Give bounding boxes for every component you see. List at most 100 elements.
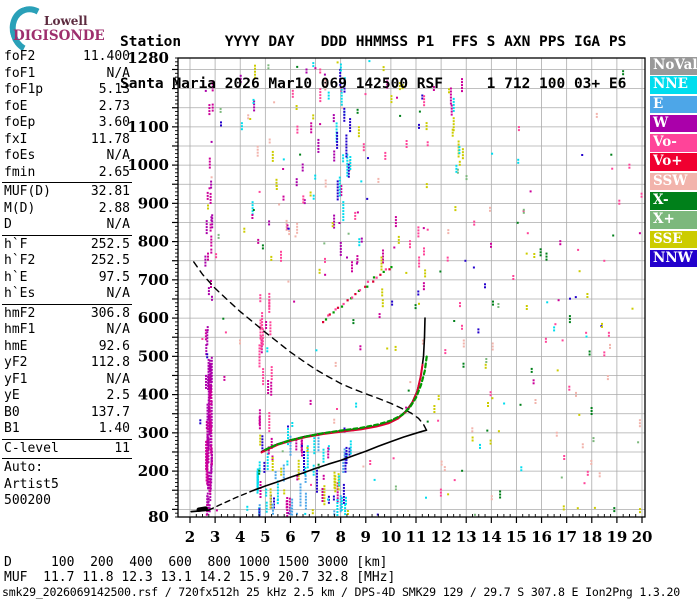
param-value: N/A	[106, 65, 130, 81]
param-row-ye: yE 2.5	[2, 388, 132, 405]
svg-text:19: 19	[606, 528, 627, 546]
svg-text:15: 15	[506, 528, 527, 546]
param-row-fmin: fmin 2.65	[2, 165, 132, 182]
param-label: h`F	[4, 236, 28, 252]
param-label: M(D)	[4, 200, 36, 216]
param-row-he: h`E 97.5	[2, 270, 132, 287]
param-row-fof1p: foF1p 5.13	[2, 82, 132, 99]
curve-x-trace	[264, 353, 429, 451]
autoscaling-text: 500200	[4, 493, 51, 508]
param-value: 5.13	[98, 82, 130, 97]
param-label: C-level	[4, 440, 59, 456]
svg-text:6: 6	[285, 528, 295, 546]
svg-text:20: 20	[632, 528, 653, 546]
parameter-panel: foF2 11.400 foF1 N/A foF1p 5.13 foE 2.73 foEp 3.6…	[2, 49, 132, 510]
param-label: hmF2	[4, 305, 36, 321]
param-label: h`Es	[4, 286, 36, 301]
param-value: 252.5	[90, 236, 130, 252]
param-value: 137.7	[90, 404, 130, 420]
legend-item-ssw: SSW	[650, 172, 697, 191]
param-row-b1: B1 1.40	[2, 421, 132, 438]
param-label: yF2	[4, 355, 28, 370]
param-row-fof2: foF2 11.400	[2, 49, 132, 66]
param-row-hmf1: hmF1 N/A	[2, 322, 132, 339]
panel-divider	[2, 182, 132, 183]
doppler-legend: NoVal NNE E W Vo- Vo+ SSW X- X+ SSE NNW	[650, 57, 697, 269]
param-label: foF1p	[4, 82, 44, 97]
param-row-hme: hmE 92.6	[2, 339, 132, 356]
param-value: 306.8	[90, 305, 130, 321]
svg-text:500: 500	[138, 347, 169, 365]
svg-text:9: 9	[361, 528, 371, 546]
param-value: 3.60	[98, 115, 130, 130]
param-row-yf2: yF2 112.8	[2, 355, 132, 372]
param-row-foes: foEs N/A	[2, 148, 132, 165]
param-label: yF1	[4, 371, 28, 387]
autoscaling-text: Auto:	[4, 460, 44, 475]
autoscaling-line: 500200	[2, 493, 132, 510]
panel-divider	[2, 303, 132, 305]
param-row-foep: foEp 3.60	[2, 115, 132, 132]
svg-text:600: 600	[138, 309, 169, 327]
muf-distance-table: D 100 200 400 600 800 1000 1500 3000 [km…	[4, 555, 395, 585]
param-label: foEs	[4, 148, 36, 163]
legend-item-nne: NNE	[650, 76, 697, 94]
param-label: B0	[4, 404, 20, 420]
param-value: 1.40	[98, 421, 130, 436]
footer-status: smk29_2026069142500.rsf / 720fx512h 25 k…	[2, 585, 681, 599]
param-row-b0: B0 137.7	[2, 405, 132, 422]
header-labels-line: Station YYYY DAY DDD HHMMSS P1 FFS S AXN…	[120, 34, 627, 50]
svg-text:16: 16	[531, 528, 552, 546]
param-row-clevel: C-level 11	[2, 441, 132, 458]
param-label: foEp	[4, 115, 36, 130]
param-row-fxi: fxI 11.78	[2, 132, 132, 149]
param-value: 2.65	[98, 164, 130, 180]
svg-text:14: 14	[481, 528, 502, 546]
param-label: fmin	[4, 164, 36, 180]
param-label: foF1	[4, 65, 36, 81]
panel-divider	[2, 438, 132, 440]
svg-text:4: 4	[235, 528, 245, 546]
param-value: 92.6	[98, 338, 130, 354]
axis-ticks	[172, 57, 643, 523]
legend-item-noval: NoVal	[650, 57, 697, 75]
param-value: N/A	[106, 217, 130, 232]
svg-text:17: 17	[556, 528, 577, 546]
param-label: hmF1	[4, 322, 36, 337]
svg-text:11: 11	[406, 528, 427, 546]
param-value: N/A	[106, 371, 130, 387]
svg-text:2: 2	[185, 528, 195, 546]
svg-text:800: 800	[138, 233, 169, 251]
param-label: h`F2	[4, 253, 36, 268]
param-label: D	[4, 217, 12, 232]
svg-text:8: 8	[335, 528, 345, 546]
param-row-mufd: MUF(D) 32.81	[2, 184, 132, 201]
svg-text:200: 200	[138, 462, 169, 480]
autoscaling-text: Artist5	[4, 476, 59, 492]
svg-text:300: 300	[138, 424, 169, 442]
legend-item-sse: SSE	[650, 230, 697, 249]
logo-brand-top: Lowell	[44, 14, 88, 28]
svg-text:1100: 1100	[127, 118, 169, 136]
svg-text:400: 400	[138, 386, 169, 404]
param-value: 112.8	[90, 355, 130, 370]
lowell-digisonde-logo: Lowell DIGISONDE	[3, 0, 122, 60]
param-value: N/A	[106, 148, 130, 163]
param-value: 2.73	[98, 98, 130, 114]
d-row: D 100 200 400 600 800 1000 1500 3000 [km…	[4, 555, 388, 570]
param-row-hes: h`Es N/A	[2, 286, 132, 303]
panel-divider	[2, 458, 132, 459]
legend-item-vo: Vo+	[650, 153, 697, 171]
param-row-hf: h`F 252.5	[2, 237, 132, 254]
param-row-md: M(D) 2.88	[2, 201, 132, 218]
param-label: MUF(D)	[4, 184, 51, 199]
param-value: 11.400	[83, 49, 130, 64]
legend-item-w: W	[650, 114, 697, 133]
param-value: 2.88	[98, 200, 130, 216]
svg-text:80: 80	[148, 508, 169, 526]
station-header: Station YYYY DAY DDD HHMMSS P1 FFS S AXN…	[120, 7, 626, 105]
legend-item-vo: Vo-	[650, 134, 697, 152]
param-value: 252.5	[90, 253, 130, 268]
ionogram-screen: { "logo": { "brand_top": "Lowell", "bran…	[0, 0, 700, 600]
param-label: fxI	[4, 131, 28, 147]
